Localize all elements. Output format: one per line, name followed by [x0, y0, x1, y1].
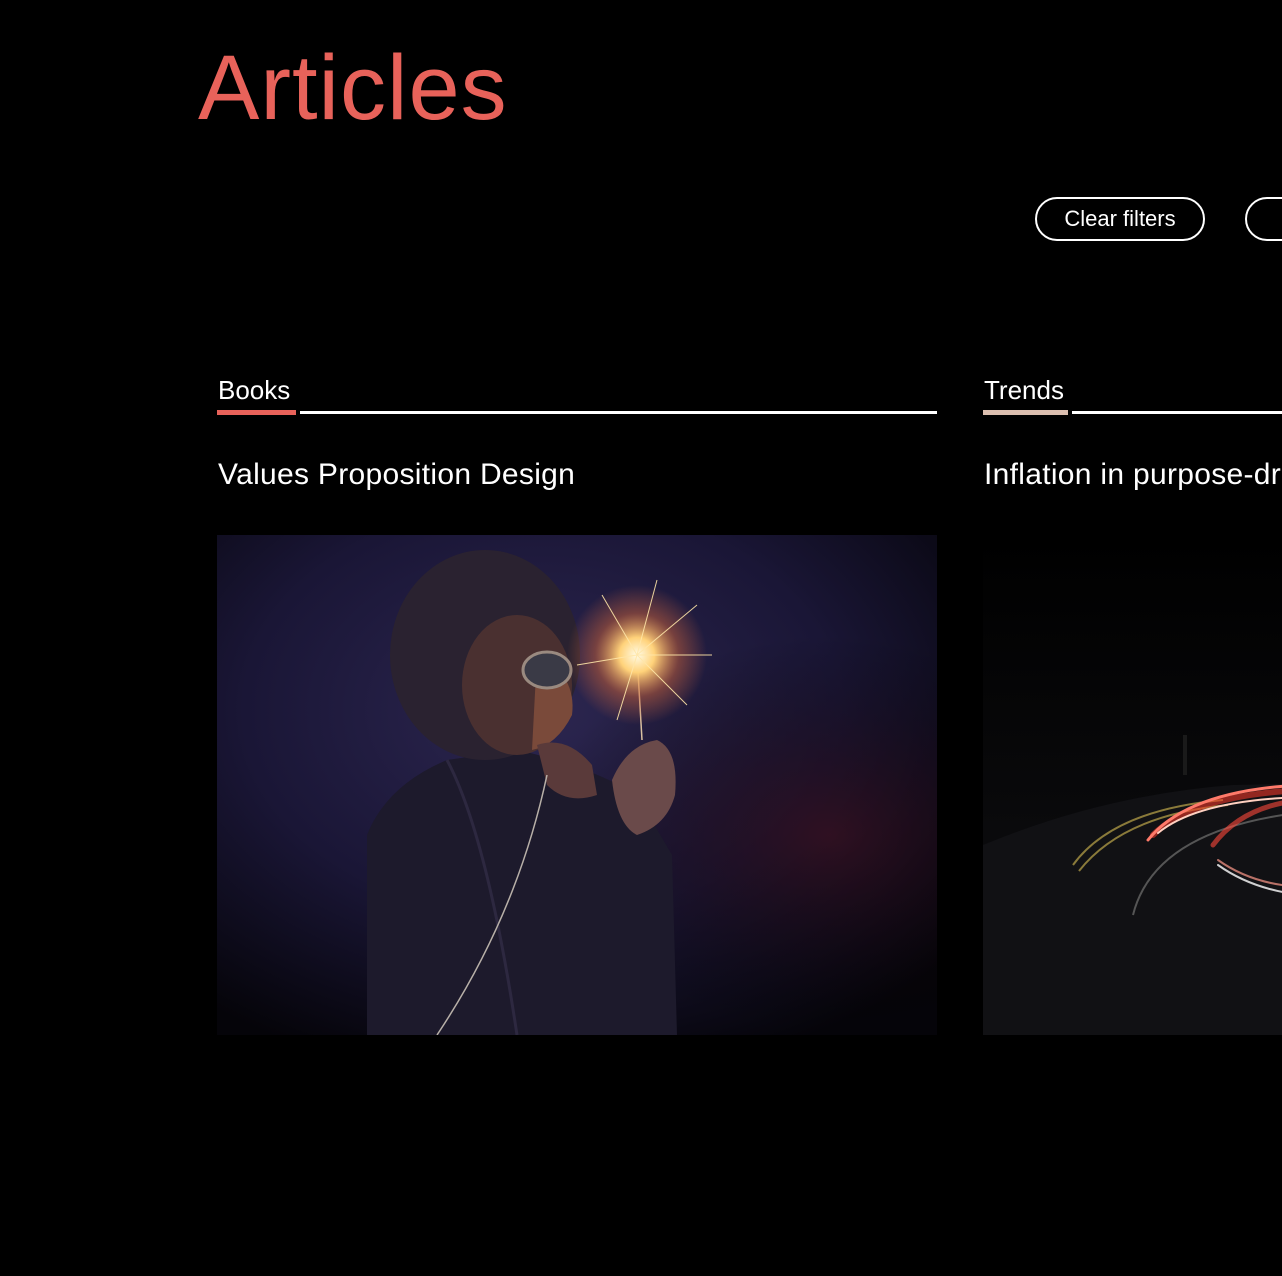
filter-button[interactable]	[1245, 197, 1282, 241]
category-accent-bar	[217, 410, 296, 415]
light-trails-road-image[interactable]	[983, 535, 1282, 1035]
category-divider	[300, 411, 937, 414]
category-row: Trends	[983, 374, 1282, 415]
category-row: Books	[217, 374, 937, 415]
article-title[interactable]: Values Proposition Design	[218, 457, 937, 493]
category-label[interactable]: Books	[218, 374, 290, 406]
filter-bar: Clear filters	[1035, 197, 1282, 241]
category-accent-bar	[983, 410, 1068, 415]
sparkler-portrait-image[interactable]	[217, 535, 937, 1035]
clear-filters-button[interactable]: Clear filters	[1035, 197, 1205, 241]
page-title: Articles	[198, 37, 508, 139]
article-card[interactable]: Books Values Proposition Design	[217, 374, 937, 1035]
category-label[interactable]: Trends	[984, 374, 1064, 406]
page: Articles Clear filters Books Values Prop…	[0, 0, 1282, 1276]
article-title[interactable]: Inflation in purpose-driven	[984, 457, 1282, 493]
category-divider	[1072, 411, 1282, 414]
article-card[interactable]: Trends Inflation in purpose-driven	[983, 374, 1282, 1035]
